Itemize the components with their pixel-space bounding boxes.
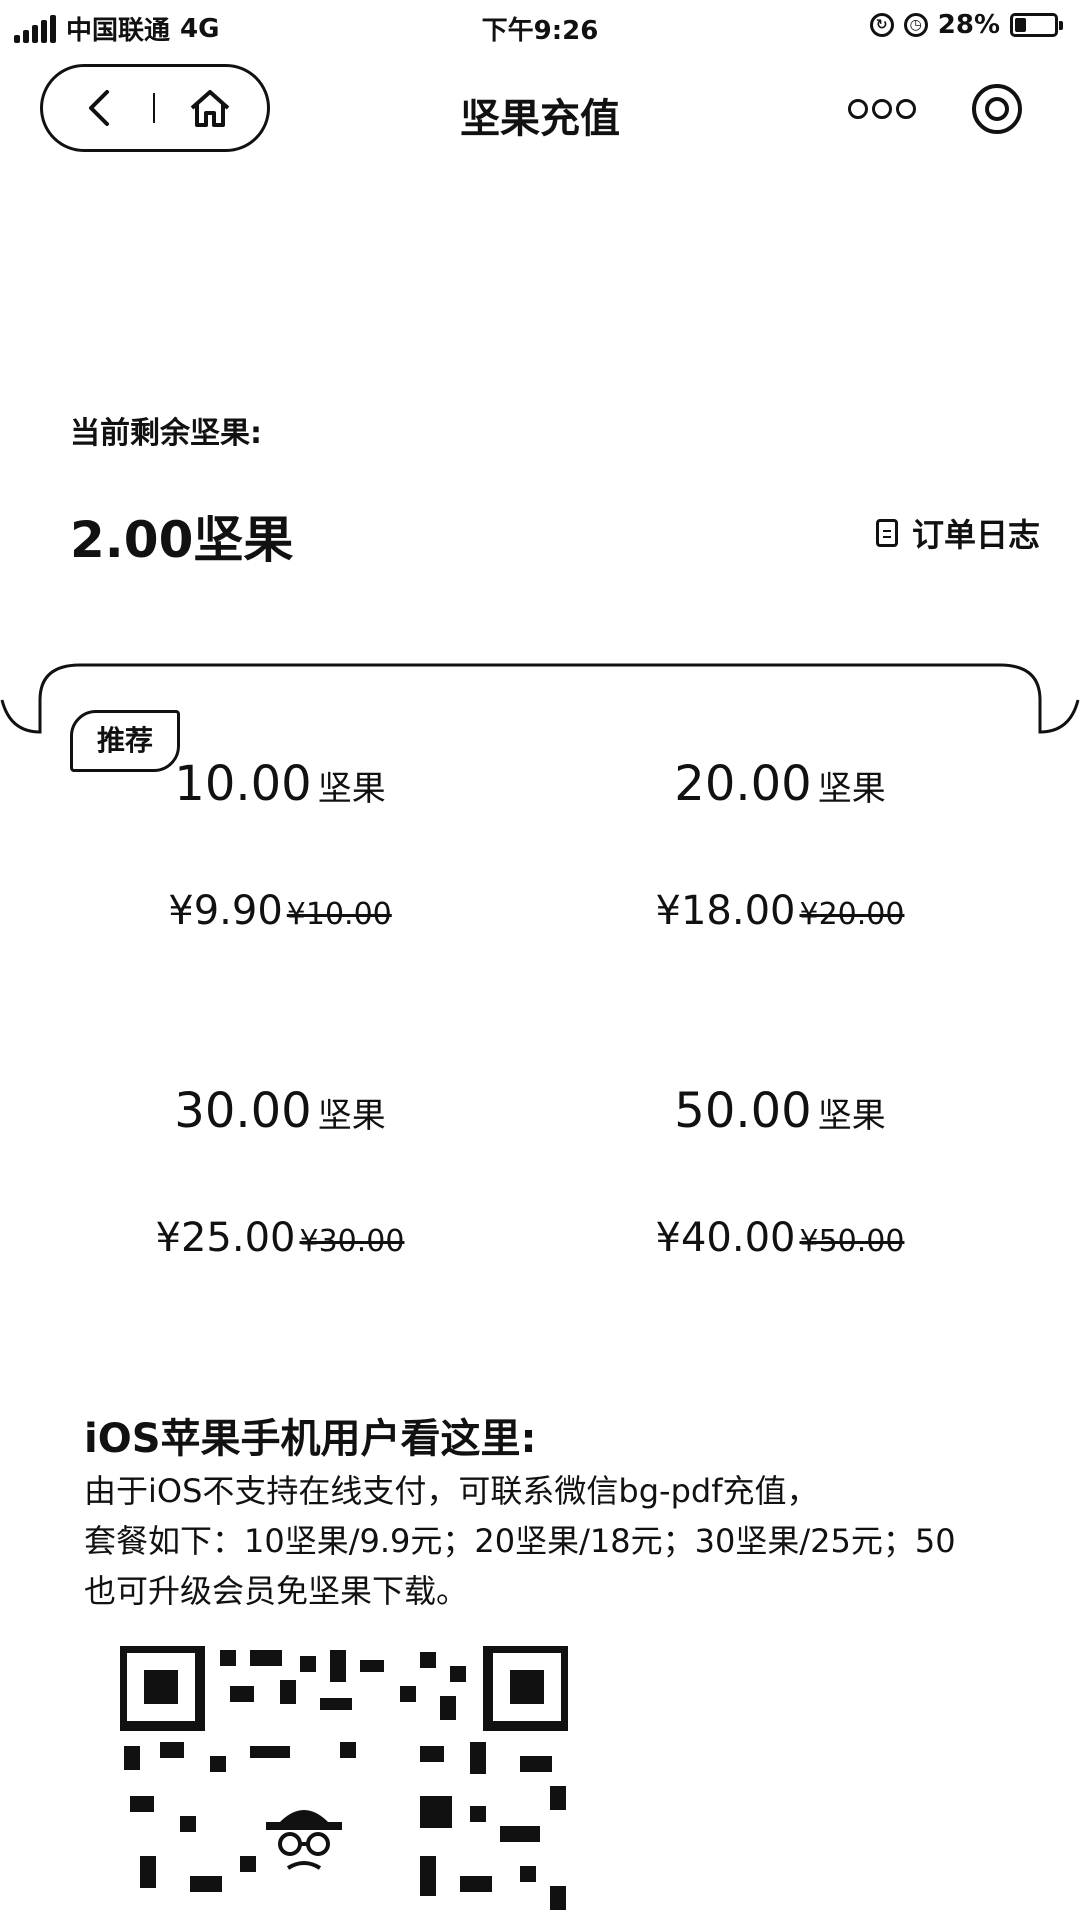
package-unit: 坚果 — [817, 769, 886, 809]
close-target-icon[interactable] — [972, 84, 1022, 134]
status-bar: 中国联通 4G 下午9:26 ↻ ◷ 28% — [0, 0, 1080, 56]
package-price: ¥40.00 — [655, 1215, 796, 1261]
order-log-link[interactable]: 订单日志 — [875, 510, 1040, 556]
package-amount: 10.00 — [174, 756, 312, 812]
package-original-price: ¥50.00 — [799, 1224, 905, 1259]
more-icon[interactable] — [848, 99, 916, 119]
package-amount: 20.00 — [674, 756, 812, 812]
balance-value: 2.00坚果 — [70, 511, 294, 569]
battery-level-fill — [1015, 18, 1026, 32]
ios-note-line: 也可升级会员免坚果下载。 — [84, 1572, 469, 1610]
battery-icon — [1010, 13, 1063, 37]
ios-note-title: iOS苹果手机用户看这里: — [84, 1416, 537, 1462]
status-right: ↻ ◷ 28% — [869, 10, 1063, 40]
battery-percent: 28% — [937, 10, 1000, 40]
package-price: ¥18.00 — [655, 888, 796, 934]
nav-bar: 坚果充值 — [0, 60, 1080, 160]
document-icon — [875, 519, 898, 547]
ios-note-line: 套餐如下：10坚果/9.9元；20坚果/18元；30坚果/25元；50 — [84, 1522, 956, 1560]
package-unit: 坚果 — [817, 1096, 886, 1136]
package-original-price: ¥30.00 — [299, 1224, 405, 1259]
package-price: ¥9.90 — [168, 888, 283, 934]
package-amount: 30.00 — [174, 1083, 312, 1139]
package-original-price: ¥20.00 — [799, 897, 905, 932]
balance-label: 当前剩余坚果: — [70, 416, 262, 451]
package-original-price: ¥10.00 — [286, 897, 392, 932]
package-card-20[interactable]: 20.00 坚果 ¥18.00 ¥20.00 — [560, 756, 1000, 934]
alarm-icon: ◷ — [903, 13, 928, 37]
package-price: ¥25.00 — [155, 1215, 296, 1261]
nav-capsule-right — [820, 66, 1050, 152]
order-log-label: 订单日志 — [911, 516, 1040, 554]
package-card-10[interactable]: 10.00 坚果 ¥9.90 ¥10.00 — [60, 756, 500, 934]
package-unit: 坚果 — [317, 1096, 386, 1136]
wechat-qr-code — [120, 1646, 568, 1920]
package-card-30[interactable]: 30.00 坚果 ¥25.00 ¥30.00 — [60, 1083, 500, 1261]
ios-note-line: 由于iOS不支持在线支付，可联系微信bg-pdf充值， — [84, 1472, 819, 1510]
screen-rotation-lock-icon: ↻ — [869, 13, 894, 37]
package-amount: 50.00 — [674, 1083, 812, 1139]
package-card-50[interactable]: 50.00 坚果 ¥40.00 ¥50.00 — [560, 1083, 1000, 1261]
package-unit: 坚果 — [317, 769, 386, 809]
